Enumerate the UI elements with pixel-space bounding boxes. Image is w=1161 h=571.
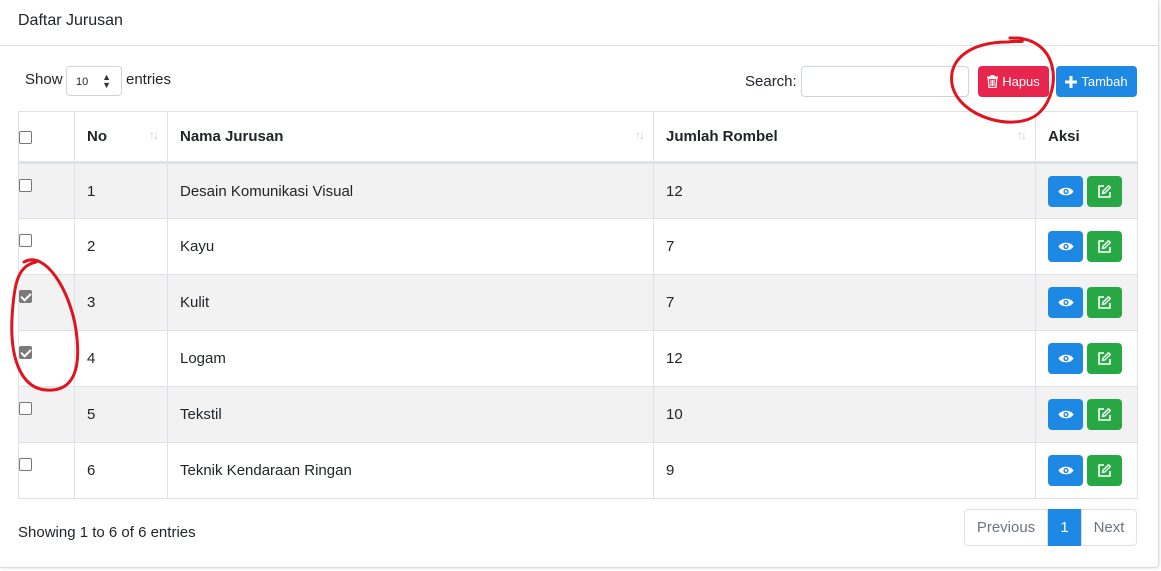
cell-no: 1 [74,162,168,219]
edit-icon [1098,184,1112,198]
edit-button[interactable] [1087,343,1122,374]
edit-icon [1098,407,1112,421]
cell-nama: Tekstil [167,386,654,443]
length-label: Show [25,71,63,88]
plus-icon [1065,75,1078,88]
cell-no: 2 [74,218,168,275]
table-row: 2 Kayu 7 [18,218,1138,275]
card-header: Daftar Jurusan [0,0,1158,46]
view-button[interactable] [1048,175,1083,207]
cell-aksi [1035,330,1138,387]
entries-length-select[interactable]: 10 ▲ ▼ [66,66,122,96]
edit-button[interactable] [1087,399,1122,430]
cell-nama: Logam [167,330,654,387]
edit-icon [1098,351,1112,365]
col-header-aksi: Aksi [1035,111,1138,164]
view-button[interactable] [1048,399,1083,430]
col-header-jumlah[interactable]: Jumlah Rombel ↑↓ [653,111,1036,164]
eye-icon [1058,466,1073,475]
edit-icon [1098,239,1112,253]
edit-icon [1098,463,1112,477]
row-checkbox[interactable] [19,179,32,192]
view-button[interactable] [1048,455,1083,486]
eye-icon [1058,187,1073,195]
row-checkbox-cell [18,386,75,443]
row-checkbox[interactable] [19,402,32,415]
hapus-label: Hapus [1002,74,1040,89]
previous-button[interactable]: Previous [964,509,1048,546]
table-row: 6 Teknik Kendaraan Ringan 9 [18,442,1138,499]
cell-nama: Kayu [167,218,654,275]
cell-no: 4 [74,330,168,387]
cell-jumlah: 7 [653,274,1036,331]
cell-no: 5 [74,386,168,443]
view-button[interactable] [1048,343,1083,374]
cell-jumlah: 10 [653,386,1036,443]
table-info: Showing 1 to 6 of 6 entries [18,524,196,541]
select-all-checkbox[interactable] [19,130,32,144]
row-checkbox[interactable] [19,346,32,359]
edit-button[interactable] [1087,287,1122,318]
sort-icon: ↑↓ [1017,128,1027,142]
hapus-button[interactable]: Hapus [978,66,1049,97]
table-row: 4 Logam 12 [18,330,1138,387]
col-header-nama[interactable]: Nama Jurusan ↑↓ [167,111,654,164]
length-suffix: entries [126,71,172,88]
row-checkbox-cell [18,162,75,219]
cell-no: 3 [74,274,168,331]
edit-button[interactable] [1087,231,1122,262]
select-arrows-icon: ▲ ▼ [102,72,111,90]
row-checkbox[interactable] [19,290,32,303]
cell-aksi [1035,386,1138,443]
next-button[interactable]: Next [1081,509,1137,546]
view-button[interactable] [1048,287,1083,318]
cell-aksi [1035,218,1138,275]
cell-aksi [1035,162,1138,219]
sort-icon: ↑↓ [149,128,159,142]
page-1-button[interactable]: 1 [1048,509,1081,546]
entries-length-value: 10 [76,76,89,88]
row-checkbox-cell [18,218,75,275]
sort-icon: ↑↓ [635,128,645,142]
row-checkbox-cell [18,274,75,331]
jurusan-table: No ↑↓ Nama Jurusan ↑↓ Jumlah Rombel ↑↓ A… [18,111,1138,499]
col-header-no[interactable]: No ↑↓ [74,111,168,164]
view-button[interactable] [1048,231,1083,262]
cell-aksi [1035,442,1138,499]
eye-icon [1058,354,1073,363]
cell-nama: Desain Komunikasi Visual [167,162,654,219]
cell-no: 6 [74,442,168,499]
edit-icon [1098,295,1112,309]
card-title: Daftar Jurusan [18,12,123,29]
eye-icon [1058,242,1073,251]
cell-aksi [1035,274,1138,331]
search-label: Search: [745,73,797,90]
table-row: 3 Kulit 7 [18,274,1138,331]
tambah-label: Tambah [1081,74,1128,89]
row-checkbox[interactable] [19,234,32,247]
cell-nama: Kulit [167,274,654,331]
table-row: 1 Desain Komunikasi Visual 12 [18,162,1138,219]
eye-icon [1058,410,1073,419]
search-input[interactable] [801,66,969,97]
table-header-row: No ↑↓ Nama Jurusan ↑↓ Jumlah Rombel ↑↓ A… [18,111,1138,164]
trash-icon [987,75,999,88]
cell-jumlah: 12 [653,330,1036,387]
row-checkbox-cell [18,330,75,387]
select-all-cell [18,111,75,164]
edit-button[interactable] [1087,175,1122,207]
edit-button[interactable] [1087,455,1122,486]
cell-jumlah: 12 [653,162,1036,219]
cell-nama: Teknik Kendaraan Ringan [167,442,654,499]
tambah-button[interactable]: Tambah [1056,66,1137,97]
cell-jumlah: 7 [653,218,1036,275]
eye-icon [1058,298,1073,307]
row-checkbox-cell [18,442,75,499]
row-checkbox[interactable] [19,458,32,471]
cell-jumlah: 9 [653,442,1036,499]
table-row: 5 Tekstil 10 [18,386,1138,443]
pagination: Previous 1 Next [964,509,1137,546]
